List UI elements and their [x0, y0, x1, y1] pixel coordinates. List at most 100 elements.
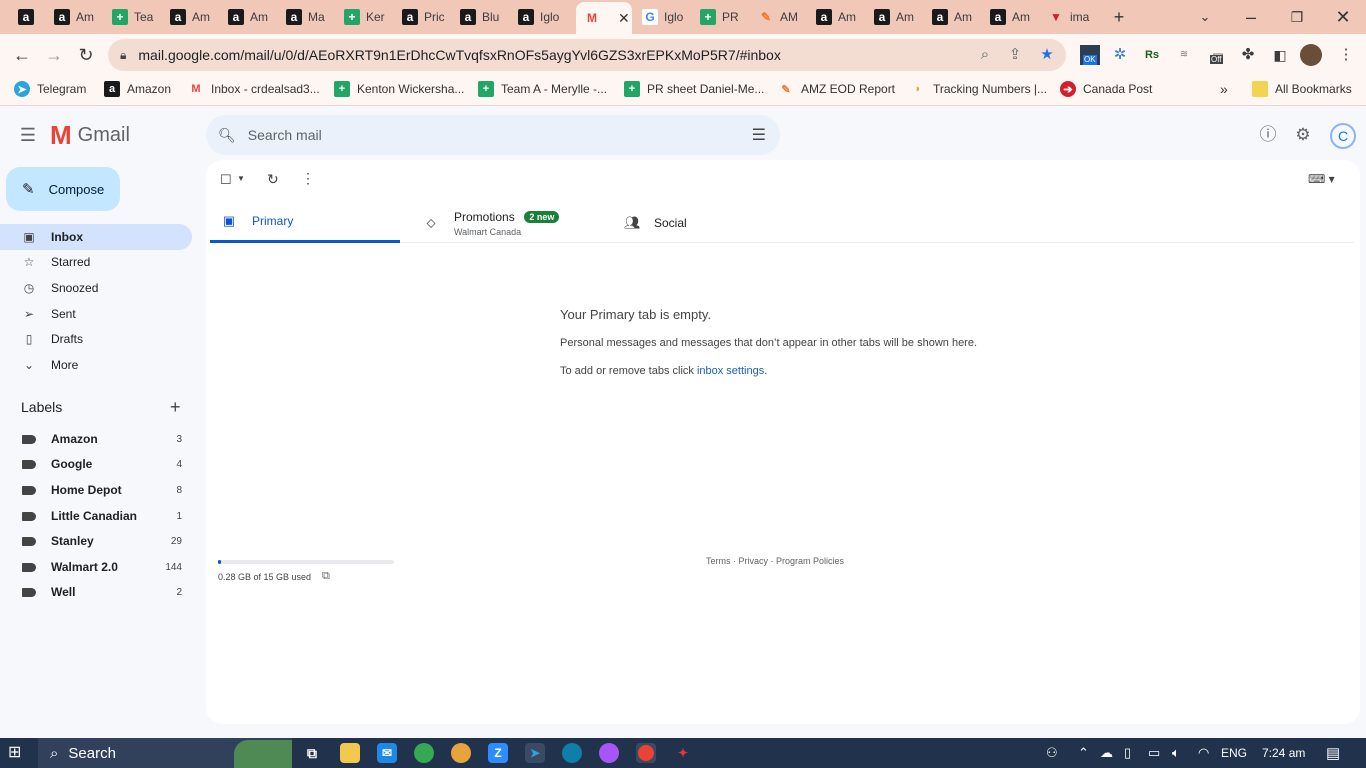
site-info-icon[interactable]: 🔒︎	[120, 48, 126, 63]
chrome-canary-icon[interactable]	[451, 743, 471, 763]
edge-icon[interactable]	[562, 743, 582, 763]
notifications-icon[interactable]: ▤	[1326, 744, 1340, 762]
chrome-menu-icon[interactable]: ⋮	[1336, 45, 1356, 65]
volume-icon[interactable]: 🔈︎	[1172, 745, 1180, 761]
address-bar[interactable]: 🔒︎ mail.google.com/mail/u/0/d/AEoRXRT9n1…	[108, 39, 1066, 71]
bookmark-item[interactable]: ➔ Canada Post	[1060, 81, 1152, 97]
label-item[interactable]: Amazon 3	[0, 427, 192, 451]
browser-tab[interactable]: M ✕	[576, 2, 632, 34]
browser-tab[interactable]: ✎ AM	[750, 4, 806, 30]
settings-gear-icon[interactable]: ⚙	[1291, 123, 1315, 147]
inbox-settings-link[interactable]: inbox settings	[697, 365, 764, 377]
browser-tab[interactable]: a Am	[808, 4, 864, 30]
sidebar-item-inbox[interactable]: ▣ Inbox	[0, 224, 192, 250]
wifi-icon[interactable]: ◠	[1198, 745, 1209, 761]
browser-tab[interactable]: G Iglo	[634, 4, 690, 30]
label-item[interactable]: Google 4	[0, 452, 192, 476]
browser-tab[interactable]: a Iglo	[510, 4, 566, 30]
create-label-plus-icon[interactable]: +	[170, 398, 181, 416]
bookmark-item[interactable]: + Team A - Merylle -...	[478, 81, 607, 97]
all-bookmarks[interactable]: All Bookmarks	[1252, 81, 1352, 97]
reload-icon[interactable]: ↻	[74, 43, 98, 67]
gmail-logo[interactable]: M Gmail	[50, 121, 130, 149]
main-menu-icon[interactable]: ☰	[16, 123, 40, 147]
help-icon[interactable]: ⓘ	[1256, 123, 1280, 147]
browser-tab[interactable]: a Am	[220, 4, 276, 30]
close-window-icon[interactable]: ✕	[1328, 4, 1358, 30]
extension-ok-icon[interactable]: OK	[1080, 45, 1100, 65]
bookmark-item[interactable]: ✎ AMZ EOD Report	[778, 81, 895, 97]
messenger-icon[interactable]	[599, 743, 619, 763]
chrome-icon[interactable]	[414, 743, 434, 763]
sidebar-item-starred[interactable]: ☆ Starred	[0, 249, 192, 275]
new-tab-icon[interactable]: +	[1104, 4, 1134, 30]
file-explorer-icon[interactable]	[340, 743, 360, 763]
windows-start-icon[interactable]: ⊞	[8, 744, 26, 762]
browser-tab[interactable]: a Ma	[278, 4, 334, 30]
search-icon[interactable]: 🔍︎	[218, 127, 236, 144]
restore-icon[interactable]: ❐	[1282, 4, 1312, 30]
more-bookmarks-icon[interactable]: »	[1220, 81, 1228, 97]
sidebar-item-snoozed[interactable]: ◷ Snoozed	[0, 275, 192, 301]
label-item[interactable]: Home Depot 8	[0, 478, 192, 502]
label-item[interactable]: Walmart 2.0 144	[0, 555, 192, 579]
back-icon[interactable]: ←	[10, 43, 34, 67]
chrome-active-icon[interactable]	[636, 743, 656, 763]
windows-search-box[interactable]: ⌕ Search	[38, 738, 292, 768]
extension-gear-icon[interactable]: ✲	[1110, 45, 1130, 65]
label-item[interactable]: Well 2	[0, 580, 192, 604]
sidebar-item-drafts[interactable]: ▯ Drafts	[0, 326, 192, 352]
sidebar-item-sent[interactable]: ➢ Sent	[0, 301, 192, 327]
battery-icon[interactable]: ▭	[1148, 745, 1160, 761]
label-item[interactable]: Little Canadian 1	[0, 504, 192, 528]
bookmark-item[interactable]: M Inbox - crdealsad3...	[188, 81, 319, 97]
input-tools-keyboard-icon[interactable]: ⌨ ▾	[1308, 172, 1335, 186]
search-input[interactable]: Search mail	[248, 127, 322, 143]
clock[interactable]: 7:24 am	[1262, 746, 1305, 760]
task-view-icon[interactable]: ⧉	[302, 743, 322, 763]
bookmark-item[interactable]: + Kenton Wickersha...	[334, 81, 464, 97]
refresh-icon[interactable]: ↻	[267, 171, 279, 188]
tab-social[interactable]: 👥︎ Social	[612, 202, 802, 243]
zoom-app-icon[interactable]: Z	[488, 743, 508, 763]
browser-tab[interactable]: a Am	[162, 4, 218, 30]
browser-tab[interactable]: a Am	[982, 4, 1038, 30]
browser-tab[interactable]: ▼ ima	[1040, 4, 1098, 30]
browser-tab[interactable]: a Blu	[452, 4, 508, 30]
browser-tab[interactable]: a Am	[924, 4, 980, 30]
bookmark-item[interactable]: + PR sheet Daniel-Me...	[624, 81, 764, 97]
language-indicator[interactable]: ENG	[1221, 746, 1247, 760]
search-options-icon[interactable]: ☰	[752, 125, 766, 145]
bookmark-item[interactable]: ◗ Tracking Numbers |...	[910, 81, 1047, 97]
more-options-icon[interactable]: ⋮	[301, 170, 315, 187]
browser-tab[interactable]: a Am	[866, 4, 922, 30]
select-dropdown-icon[interactable]: ▼	[237, 174, 245, 183]
sidebar-item-more[interactable]: ⌄ More	[0, 352, 192, 378]
browser-tab[interactable]: a Pric	[394, 4, 450, 30]
browser-tab[interactable]: + PR	[692, 4, 748, 30]
tab-promotions[interactable]: ⬦ Promotions 2 new Walmart Canada	[412, 202, 612, 243]
show-hidden-icons-chevron-icon[interactable]: ⌃	[1078, 745, 1089, 761]
label-item[interactable]: Stanley 29	[0, 529, 192, 553]
browser-tab[interactable]: + Ker	[336, 4, 392, 30]
share-icon[interactable]: ⇪	[1006, 46, 1024, 64]
minimize-icon[interactable]: –	[1236, 4, 1266, 30]
footer-policy-links[interactable]: Terms · Privacy · Program Policies	[706, 556, 844, 566]
device-icon[interactable]: ▯	[1124, 745, 1131, 761]
people-tray-icon[interactable]: ⚇	[1046, 745, 1058, 761]
close-tab-icon[interactable]: ✕	[618, 10, 630, 27]
forward-icon[interactable]: →	[42, 43, 66, 67]
red-app-icon[interactable]: ✦	[673, 743, 693, 763]
bookmark-star-icon[interactable]: ★	[1038, 46, 1056, 64]
side-panel-icon[interactable]: ◧	[1270, 45, 1290, 65]
telegram-taskbar-icon[interactable]: ➤	[525, 743, 545, 763]
chrome-profile-avatar[interactable]	[1300, 44, 1322, 66]
extension-logo-icon[interactable]: ≋	[1174, 45, 1194, 65]
select-all-checkbox[interactable]: ☐	[220, 172, 232, 188]
extension-rs-icon[interactable]: Rs	[1142, 45, 1162, 65]
extension-off-icon[interactable]: ▭Off	[1208, 45, 1228, 65]
network-cloud-icon[interactable]: ☁	[1100, 745, 1113, 761]
browser-tab[interactable]: a	[10, 4, 44, 30]
zoom-icon[interactable]: ⌕	[976, 46, 994, 64]
tab-primary[interactable]: ▣ Primary	[210, 202, 400, 243]
